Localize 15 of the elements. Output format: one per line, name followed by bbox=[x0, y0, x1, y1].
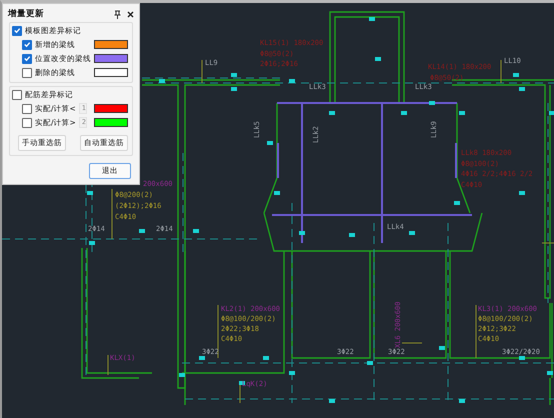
close-icon[interactable] bbox=[127, 10, 134, 18]
color-swatch[interactable] bbox=[94, 40, 128, 49]
checkbox[interactable] bbox=[22, 68, 32, 78]
checkbox[interactable] bbox=[22, 104, 32, 114]
checkbox[interactable] bbox=[22, 118, 32, 128]
color-swatch[interactable] bbox=[94, 68, 128, 77]
checkbox[interactable] bbox=[22, 40, 32, 50]
checkbox[interactable] bbox=[12, 90, 22, 100]
color-swatch[interactable] bbox=[94, 54, 128, 63]
pin-icon[interactable] bbox=[114, 10, 121, 18]
panel-title: 增量更新 bbox=[8, 8, 45, 20]
checkbox[interactable] bbox=[22, 54, 32, 64]
color-swatch[interactable] bbox=[94, 104, 128, 113]
checkbox[interactable] bbox=[12, 26, 22, 36]
color-swatch[interactable] bbox=[94, 118, 128, 127]
